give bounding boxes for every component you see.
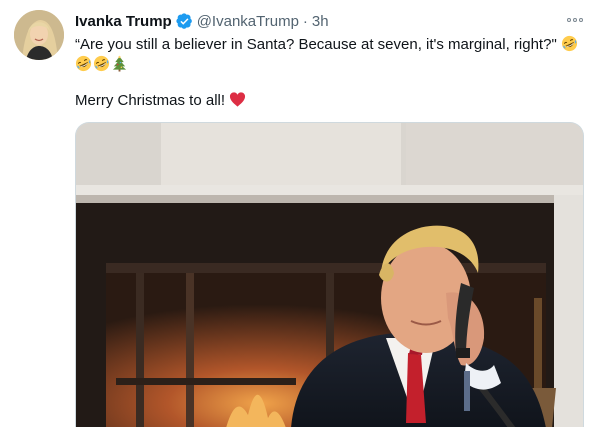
profile-avatar[interactable] [14, 10, 64, 60]
rolling-on-floor-laughing-emoji [93, 55, 110, 72]
avatar-image [14, 10, 64, 60]
more-options-icon[interactable] [565, 12, 585, 28]
handle[interactable]: @IvankaTrump [197, 13, 299, 30]
tweet-text-spacer [75, 75, 580, 91]
timestamp[interactable]: 3h [312, 13, 329, 30]
display-name[interactable]: Ivanka Trump [75, 13, 172, 30]
video-thumbnail [76, 123, 583, 427]
tweet-text-line-2 [75, 55, 580, 75]
rolling-on-floor-laughing-emoji [75, 55, 92, 72]
tweet[interactable]: Ivanka Trump @IvankaTrump · 3h “Are you … [0, 0, 600, 427]
christmas-tree-emoji [112, 55, 127, 72]
tweet-header: Ivanka Trump @IvankaTrump · 3h [75, 10, 329, 32]
red-heart-emoji [230, 92, 246, 107]
tweet-text-line-1: “Are you still a believer in Santa? Beca… [75, 35, 580, 55]
tweet-greeting-text: Merry Christmas to all! [75, 92, 226, 109]
rolling-on-floor-laughing-emoji [561, 35, 577, 52]
video-media[interactable] [75, 122, 584, 427]
tweet-text-line-3: Merry Christmas to all! [75, 91, 580, 111]
tweet-quote-text: “Are you still a believer in Santa? Beca… [75, 36, 557, 53]
verified-badge-icon [176, 12, 192, 29]
separator-dot: · [302, 12, 308, 30]
tweet-text: “Are you still a believer in Santa? Beca… [75, 35, 580, 111]
